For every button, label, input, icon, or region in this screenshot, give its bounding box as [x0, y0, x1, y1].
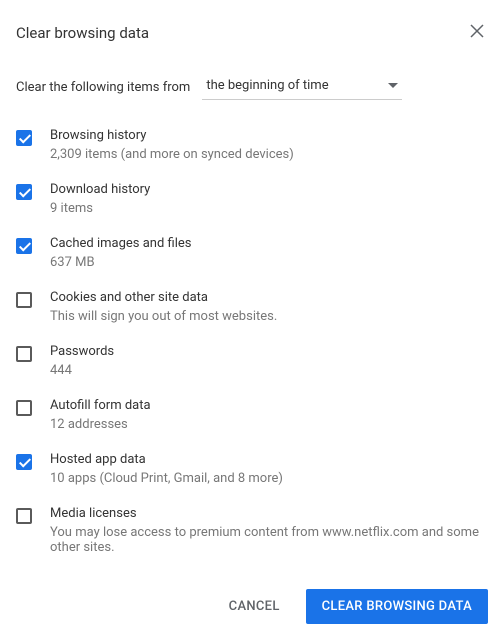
item-autofill: Autofill form data 12 addresses — [16, 388, 488, 442]
item-label: Media licenses — [50, 506, 488, 521]
item-text: Passwords 444 — [50, 344, 114, 378]
checkbox-cookies[interactable] — [16, 292, 32, 308]
item-sub: 2,309 items (and more on synced devices) — [50, 147, 294, 162]
dialog-footer: CANCEL CLEAR BROWSING DATA — [16, 589, 488, 624]
item-text: Browsing history 2,309 items (and more o… — [50, 128, 294, 162]
dialog-title: Clear browsing data — [16, 24, 149, 42]
timeframe-select[interactable]: the beginning of time — [202, 74, 402, 100]
dialog-header: Clear browsing data — [16, 20, 488, 46]
checkbox-cached-images[interactable] — [16, 238, 32, 254]
item-media-licenses: Media licenses You may lose access to pr… — [16, 496, 488, 565]
item-sub: 10 apps (Cloud Print, Gmail, and 8 more) — [50, 471, 283, 486]
item-sub: 637 MB — [50, 255, 191, 270]
checkbox-download-history[interactable] — [16, 184, 32, 200]
item-passwords: Passwords 444 — [16, 334, 488, 388]
item-browsing-history: Browsing history 2,309 items (and more o… — [16, 118, 488, 172]
item-sub: 12 addresses — [50, 417, 151, 432]
item-sub: 444 — [50, 363, 114, 378]
item-sub: This will sign you out of most websites. — [50, 309, 277, 324]
item-cached-images: Cached images and files 637 MB — [16, 226, 488, 280]
item-label: Autofill form data — [50, 398, 151, 413]
item-text: Download history 9 items — [50, 182, 150, 216]
cancel-button[interactable]: CANCEL — [213, 589, 296, 624]
timeframe-row: Clear the following items from the begin… — [16, 74, 488, 100]
item-cookies: Cookies and other site data This will si… — [16, 280, 488, 334]
clear-browsing-data-button[interactable]: CLEAR BROWSING DATA — [306, 589, 488, 624]
item-label: Download history — [50, 182, 150, 197]
item-sub: 9 items — [50, 201, 150, 216]
item-label: Passwords — [50, 344, 114, 359]
item-label: Cached images and files — [50, 236, 191, 251]
item-label: Cookies and other site data — [50, 290, 277, 305]
item-label: Hosted app data — [50, 452, 283, 467]
item-hosted-app-data: Hosted app data 10 apps (Cloud Print, Gm… — [16, 442, 488, 496]
checkbox-hosted-app-data[interactable] — [16, 454, 32, 470]
chevron-down-icon — [388, 78, 398, 93]
timeframe-label: Clear the following items from — [16, 80, 190, 95]
item-text: Cached images and files 637 MB — [50, 236, 191, 270]
item-text: Media licenses You may lose access to pr… — [50, 506, 488, 555]
items-list: Browsing history 2,309 items (and more o… — [16, 118, 488, 565]
checkbox-media-licenses[interactable] — [16, 508, 32, 524]
item-download-history: Download history 9 items — [16, 172, 488, 226]
item-text: Autofill form data 12 addresses — [50, 398, 151, 432]
item-sub: You may lose access to premium content f… — [50, 525, 488, 555]
item-text: Cookies and other site data This will si… — [50, 290, 277, 324]
checkbox-autofill[interactable] — [16, 400, 32, 416]
close-icon[interactable] — [466, 20, 488, 46]
checkbox-browsing-history[interactable] — [16, 130, 32, 146]
timeframe-value: the beginning of time — [206, 78, 328, 93]
item-text: Hosted app data 10 apps (Cloud Print, Gm… — [50, 452, 283, 486]
item-label: Browsing history — [50, 128, 294, 143]
checkbox-passwords[interactable] — [16, 346, 32, 362]
